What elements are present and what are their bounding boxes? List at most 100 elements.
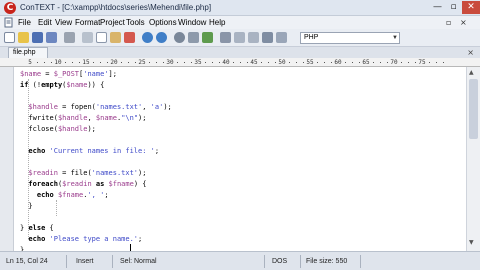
code-line: $handle = fopen('names.txt', 'a'); bbox=[20, 102, 171, 113]
scroll-up-icon[interactable]: ▲ bbox=[469, 69, 474, 77]
code-token: 'name' bbox=[83, 70, 109, 78]
ruler-tick bbox=[436, 62, 437, 63]
code-token: fwrite( bbox=[20, 114, 58, 122]
scroll-down-icon[interactable]: ▼ bbox=[469, 239, 474, 247]
code-line: echo $fname.', '; bbox=[20, 190, 109, 201]
indent-guide bbox=[56, 200, 57, 216]
menu-view[interactable]: View bbox=[55, 17, 72, 28]
app-logo-icon: C bbox=[4, 2, 16, 14]
ruler-tick bbox=[429, 62, 430, 63]
code-token: $handle bbox=[57, 125, 88, 133]
code-token: ; bbox=[104, 191, 109, 199]
code-token: = bbox=[41, 70, 54, 78]
indent-icon[interactable] bbox=[234, 32, 245, 43]
ruler-label: 25 bbox=[138, 59, 146, 66]
ruler: 5 10 15 20 25 30 35 40 45 50 55 60 65 70 75 bbox=[0, 58, 480, 67]
menu-help[interactable]: Help bbox=[209, 17, 225, 28]
ruler-tick bbox=[37, 62, 38, 63]
ruler-tick bbox=[51, 62, 52, 63]
replace-icon[interactable] bbox=[202, 32, 213, 43]
code-editor[interactable]: $name = $_POST['name']; if (!empty($name)… bbox=[14, 67, 466, 251]
ruler-tick bbox=[135, 62, 136, 63]
menu-edit[interactable]: Edit bbox=[38, 17, 52, 28]
ruler-tick bbox=[107, 62, 108, 63]
vertical-scrollbar[interactable]: ▲ ▼ bbox=[466, 67, 480, 251]
copy-icon[interactable] bbox=[96, 32, 107, 43]
code-token: $handle bbox=[57, 114, 88, 122]
code-token: ]; bbox=[108, 70, 117, 78]
redo-icon[interactable] bbox=[156, 32, 167, 43]
code-token: 'Please type a name.' bbox=[49, 235, 139, 243]
tab-label: file.php bbox=[13, 49, 36, 56]
code-token: ; bbox=[138, 235, 143, 243]
tab-file-php[interactable]: file.php bbox=[8, 47, 48, 58]
menu-format[interactable]: Format bbox=[75, 17, 100, 28]
ruler-label: 60 bbox=[334, 59, 342, 66]
code-token: , bbox=[142, 103, 151, 111]
code-token: empty bbox=[41, 81, 63, 89]
maximize-button[interactable]: ▫ bbox=[446, 1, 461, 14]
document-icon[interactable] bbox=[3, 17, 14, 28]
ruler-tick bbox=[191, 62, 192, 63]
code-token: $readin bbox=[62, 180, 92, 188]
file-compare-icon[interactable] bbox=[220, 32, 231, 43]
ruler-label: 75 bbox=[418, 59, 426, 66]
comment-icon[interactable] bbox=[262, 32, 273, 43]
cut-icon[interactable] bbox=[82, 32, 93, 43]
code-token: $_POST bbox=[53, 70, 80, 78]
code-token: $readin bbox=[20, 169, 58, 177]
code-line: } else { bbox=[20, 223, 54, 234]
menu-bar: File Edit View Format Project Tools Opti… bbox=[0, 16, 480, 29]
ruler-tick bbox=[275, 62, 276, 63]
menu-options[interactable]: Options bbox=[149, 17, 177, 28]
menu-window[interactable]: Window bbox=[178, 17, 206, 28]
ruler-tick bbox=[79, 62, 80, 63]
open-folder-icon[interactable] bbox=[18, 32, 29, 43]
code-token: $handle bbox=[20, 103, 58, 111]
print-icon[interactable] bbox=[64, 32, 75, 43]
find-next-icon[interactable] bbox=[188, 32, 199, 43]
code-token: , bbox=[87, 114, 96, 122]
outdent-icon[interactable] bbox=[248, 32, 259, 43]
scrollbar-thumb[interactable] bbox=[469, 79, 478, 139]
code-token: fclose( bbox=[20, 125, 58, 133]
code-token: echo bbox=[20, 191, 58, 199]
ruler-label: 70 bbox=[390, 59, 398, 66]
line-endings: DOS bbox=[272, 258, 288, 265]
divider bbox=[66, 255, 67, 268]
undo-icon[interactable] bbox=[142, 32, 153, 43]
document-window-controls[interactable]: ▫ × bbox=[446, 17, 470, 28]
code-token: $fname bbox=[108, 180, 134, 188]
window-title: ConTEXT - [C:\xampp\htdocs\series\Mehend… bbox=[20, 3, 212, 12]
ruler-tick bbox=[121, 62, 122, 63]
save-all-icon[interactable] bbox=[46, 32, 57, 43]
close-tab-icon[interactable]: × bbox=[467, 47, 474, 58]
find-icon[interactable] bbox=[174, 32, 185, 43]
divider bbox=[264, 255, 265, 268]
divider bbox=[112, 255, 113, 268]
ruler-label: 65 bbox=[362, 59, 370, 66]
ruler-tick bbox=[65, 62, 66, 63]
code-line: $readin = file('names.txt'); bbox=[20, 168, 146, 179]
code-token: $name bbox=[95, 114, 117, 122]
menu-project[interactable]: Project bbox=[100, 17, 125, 28]
code-token: ); bbox=[87, 125, 96, 133]
paste-icon[interactable] bbox=[110, 32, 121, 43]
close-button[interactable]: ✕ bbox=[462, 1, 480, 14]
text-caret bbox=[130, 244, 131, 251]
word-wrap-icon[interactable] bbox=[276, 32, 287, 43]
code-line: $name = $_POST['name']; bbox=[20, 69, 117, 80]
code-token: ); bbox=[138, 114, 147, 122]
code-token: = fopen( bbox=[57, 103, 96, 111]
menu-file[interactable]: File bbox=[18, 17, 31, 28]
save-icon[interactable] bbox=[32, 32, 43, 43]
insert-mode: Insert bbox=[76, 258, 94, 265]
code-token: ; bbox=[154, 147, 160, 155]
highlighter-select[interactable]: PHP ▼ bbox=[300, 32, 400, 44]
menu-tools[interactable]: Tools bbox=[126, 17, 145, 28]
ruler-tick bbox=[373, 62, 374, 63]
minimize-button[interactable]: — bbox=[430, 1, 445, 14]
new-file-icon[interactable] bbox=[4, 32, 15, 43]
code-token: $name bbox=[20, 70, 42, 78]
delete-icon[interactable] bbox=[124, 32, 135, 43]
